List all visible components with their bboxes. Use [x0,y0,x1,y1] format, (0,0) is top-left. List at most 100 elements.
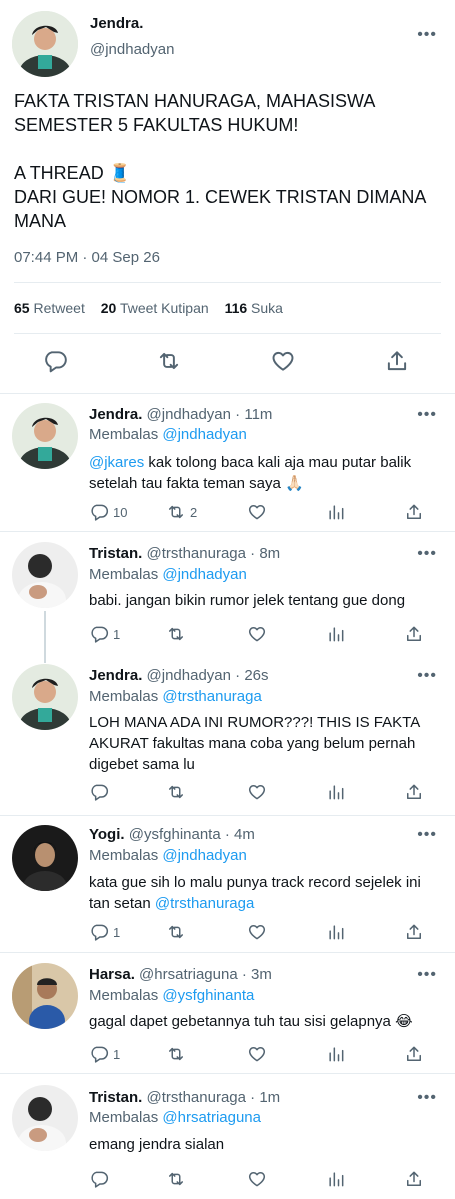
retweet-button[interactable] [166,921,186,943]
reply-time[interactable]: · 26s [235,667,268,684]
analytics-button[interactable] [326,921,346,943]
author-handle[interactable]: @jndhadyan [147,406,231,423]
tweet-timestamp[interactable]: 07:44 PM · 04 Sep 26 [14,249,160,266]
reply-time[interactable]: · 4m [225,826,255,843]
more-horizontal-icon[interactable]: ••• [417,406,437,424]
quote-label[interactable]: Tweet Kutipan [120,300,209,316]
author-handle[interactable]: @trsthanuraga [147,545,246,562]
analytics-button[interactable] [326,1168,346,1190]
share-button[interactable] [404,501,424,523]
retweet-count[interactable]: 65 [14,300,30,316]
reply-header: Tristan. @trsthanuraga · 8m [89,545,280,562]
share-button[interactable] [404,623,424,645]
author-name[interactable]: Yogi. [89,826,125,843]
retweet-button[interactable] [166,781,186,803]
replying-to-handle[interactable]: @jndhadyan [162,426,246,443]
reply-tweet[interactable]: Tristan. @trsthanuraga · 1m ••• Membalas… [0,1074,455,1199]
like-button[interactable] [247,623,267,645]
author-name[interactable]: Tristan. [89,545,142,562]
reply-button[interactable]: 1 [89,921,120,943]
avatar[interactable] [12,542,78,608]
replying-to-handle[interactable]: @trsthanuraga [162,688,261,705]
like-count[interactable]: 116 [225,300,248,316]
analytics-button[interactable] [326,1043,346,1065]
share-icon [404,624,424,644]
reply-button[interactable]: 1 [89,1043,120,1065]
avatar[interactable] [12,963,78,1029]
share-button[interactable] [404,781,424,803]
more-horizontal-icon[interactable]: ••• [417,26,437,44]
reply-text: @jkares kak tolong baca kali aja mau put… [89,452,444,494]
retweet-button[interactable] [166,1043,186,1065]
reply-time[interactable]: · 1m [250,1089,280,1106]
reply-button[interactable] [89,1168,109,1190]
retweet-icon [166,922,186,942]
retweet-icon[interactable] [156,348,186,378]
replying-to-handle[interactable]: @jndhadyan [162,847,246,864]
reply-button[interactable] [89,781,109,803]
reply-button[interactable]: 1 [89,623,120,645]
replying-to-handle[interactable]: @jndhadyan [162,566,246,583]
reply-count: 10 [113,504,128,520]
reply-time[interactable]: · 3m [242,966,272,983]
reply-button[interactable]: 10 [89,501,127,523]
author-handle[interactable]: @jndhadyan [90,41,174,58]
share-button[interactable] [404,921,424,943]
mention-link[interactable]: @jkares [89,454,144,471]
avatar[interactable] [12,825,78,891]
analytics-button[interactable] [326,623,346,645]
reply-tweet[interactable]: Jendra. @jndhadyan · 26s ••• Membalas @t… [0,660,455,815]
reply-tweet[interactable]: Yogi. @ysfghinanta · 4m ••• Membalas @jn… [0,816,455,952]
reply-tweet[interactable]: Tristan. @trsthanuraga · 8m ••• Membalas… [0,532,455,660]
avatar[interactable] [12,1085,78,1151]
reply-time[interactable]: · 11m [235,406,272,423]
main-action-bar [0,348,455,378]
author-handle[interactable]: @hrsatriaguna [139,966,238,983]
reply-tweet[interactable]: Harsa. @hrsatriaguna · 3m ••• Membalas @… [0,953,455,1073]
author-handle[interactable]: @trsthanuraga [147,1089,246,1106]
more-horizontal-icon[interactable]: ••• [417,1089,437,1107]
reply-time[interactable]: · 8m [250,545,280,562]
share-icon[interactable] [384,348,414,378]
replying-to-label: Membalas [89,688,159,705]
retweet-button[interactable]: 2 [166,501,197,523]
replying-to-handle[interactable]: @ysfghinanta [162,987,254,1004]
author-name[interactable]: Jendra. [89,406,142,423]
replying-to-handle[interactable]: @hrsatriaguna [162,1109,261,1126]
heart-icon[interactable] [270,348,300,378]
like-label[interactable]: Suka [251,300,283,316]
like-button[interactable] [247,781,267,803]
analytics-button[interactable] [326,781,346,803]
reply-header: Tristan. @trsthanuraga · 1m [89,1089,280,1106]
like-button[interactable] [247,1168,267,1190]
analytics-button[interactable] [326,501,346,523]
more-horizontal-icon[interactable]: ••• [417,667,437,685]
more-horizontal-icon[interactable]: ••• [417,966,437,984]
reply-icon[interactable] [42,348,72,378]
retweet-label[interactable]: Retweet [33,300,84,316]
author-name[interactable]: Jendra. [90,15,143,32]
retweet-button[interactable] [166,1168,186,1190]
reply-header: Jendra. @jndhadyan · 26s [89,667,269,684]
author-handle[interactable]: @jndhadyan [147,667,231,684]
mention-link[interactable]: @trsthanuraga [155,895,254,912]
author-handle[interactable]: @ysfghinanta [129,826,221,843]
avatar[interactable] [12,11,78,77]
more-horizontal-icon[interactable]: ••• [417,826,437,844]
avatar[interactable] [12,664,78,730]
share-button[interactable] [404,1043,424,1065]
author-name[interactable]: Jendra. [89,667,142,684]
like-button[interactable] [247,501,267,523]
author-name[interactable]: Harsa. [89,966,135,983]
share-button[interactable] [404,1168,424,1190]
retweet-button[interactable] [166,623,186,645]
analytics-icon [326,1169,346,1189]
like-button[interactable] [247,1043,267,1065]
reply-tweet[interactable]: Jendra. @jndhadyan · 11m ••• Membalas @j… [0,394,455,531]
avatar[interactable] [12,403,78,469]
quote-count[interactable]: 20 [101,300,117,316]
like-button[interactable] [247,921,267,943]
author-name[interactable]: Tristan. [89,1089,142,1106]
action-bar: 10 2 [89,501,434,523]
more-horizontal-icon[interactable]: ••• [417,545,437,563]
